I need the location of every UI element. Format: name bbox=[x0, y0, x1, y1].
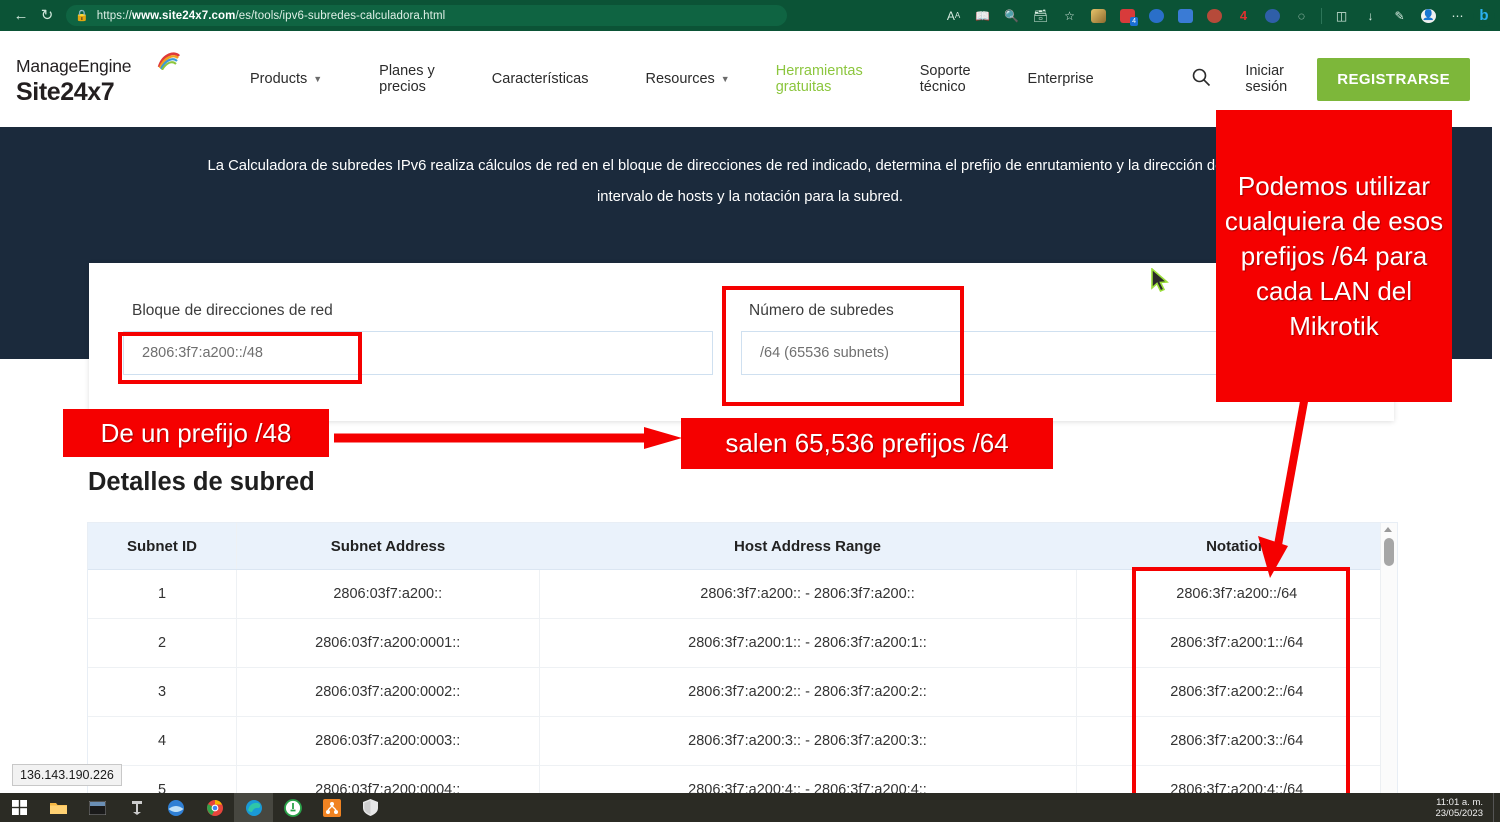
nav-label: Products bbox=[250, 71, 307, 87]
cell-subnet-id: 3 bbox=[88, 668, 237, 717]
nav-item-enterprise[interactable]: Enterprise bbox=[1028, 71, 1094, 87]
cell-host-range: 2806:3f7:a200:3:: - 2806:3f7:a200:3:: bbox=[539, 717, 1076, 766]
zoom-icon[interactable]: 🔍 bbox=[998, 4, 1025, 28]
red-four-icon[interactable]: 4 bbox=[1230, 4, 1257, 28]
collections-icon[interactable]: 🗃 bbox=[1027, 4, 1054, 28]
annotation-arrow-diagonal bbox=[1250, 396, 1360, 581]
notification-badge: 4 bbox=[1130, 17, 1138, 26]
cell-subnet-id: 1 bbox=[88, 570, 237, 619]
nav-item-resources[interactable]: Resources ▼ bbox=[645, 71, 729, 87]
winbox-icon[interactable] bbox=[117, 793, 156, 822]
nav-item-herramientas-gratuitas[interactable]: Herramientas gratuitas bbox=[776, 63, 863, 95]
mouse-cursor bbox=[1150, 268, 1170, 294]
file-explorer-icon[interactable] bbox=[39, 793, 78, 822]
cell-subnet-address: 2806:03f7:a200:0003:: bbox=[237, 717, 540, 766]
manageengine-swoosh-icon bbox=[157, 50, 181, 70]
column-header-subnet-address: Subnet Address bbox=[237, 523, 540, 570]
cell-host-range: 2806:3f7:a200:2:: - 2806:3f7:a200:2:: bbox=[539, 668, 1076, 717]
more-icon[interactable]: ⋯ bbox=[1444, 4, 1471, 28]
browser-blue-icon[interactable] bbox=[156, 793, 195, 822]
orange-network-icon[interactable] bbox=[312, 793, 351, 822]
read-aloud-icon[interactable]: AA bbox=[940, 4, 967, 28]
manageengine-wordmark: ManageEngine bbox=[16, 56, 131, 77]
ghost-icon[interactable]: ◌ bbox=[1288, 4, 1315, 28]
url-text: https://www.site24x7.com/es/tools/ipv6-s… bbox=[97, 10, 446, 22]
taskbar-clock[interactable]: 11:01 a. m. 23/05/2023 bbox=[1435, 797, 1483, 819]
cell-subnet-address: 2806:03f7:a200:0001:: bbox=[237, 619, 540, 668]
immersive-reader-icon[interactable]: 📖 bbox=[969, 4, 996, 28]
annotation-highlight-subnets-field bbox=[722, 286, 964, 406]
terminal-icon[interactable] bbox=[78, 793, 117, 822]
nav-item-planes-precios[interactable]: Planes y precios bbox=[379, 63, 435, 95]
split-screen-icon[interactable]: ◫ bbox=[1328, 4, 1355, 28]
results-title: Detalles de subred bbox=[88, 468, 315, 497]
annotation-callout-65536: salen 65,536 prefijos /64 bbox=[681, 418, 1053, 469]
site24x7-wordmark: Site24x7 bbox=[16, 78, 131, 107]
column-header-host-address-range: Host Address Range bbox=[539, 523, 1076, 570]
profile-shield-icon[interactable] bbox=[1085, 4, 1112, 28]
address-bar[interactable]: 🔒 https://www.site24x7.com/es/tools/ipv6… bbox=[66, 5, 787, 26]
scrollbar-thumb[interactable] bbox=[1384, 538, 1394, 566]
shield-icon[interactable] bbox=[351, 793, 390, 822]
show-desktop-button[interactable] bbox=[1493, 793, 1500, 822]
clock-date: 23/05/2023 bbox=[1435, 808, 1483, 819]
translate-icon[interactable] bbox=[1172, 4, 1199, 28]
windows-taskbar: 11:01 a. m. 23/05/2023 bbox=[0, 793, 1500, 822]
annotation-highlight-network-block bbox=[118, 332, 362, 384]
cell-subnet-id: 4 bbox=[88, 717, 237, 766]
windows-start-icon[interactable] bbox=[0, 793, 39, 822]
lock-icon: 🔒 bbox=[75, 9, 89, 22]
cell-host-range: 2806:3f7:a200:1:: - 2806:3f7:a200:1:: bbox=[539, 619, 1076, 668]
network-block-label: Bloque de direcciones de red bbox=[132, 302, 333, 320]
login-link[interactable]: Iniciar sesión bbox=[1245, 63, 1287, 95]
extension-blue-icon[interactable] bbox=[1143, 4, 1170, 28]
annotation-callout-prefix-48: De un prefijo /48 bbox=[63, 409, 329, 457]
goggles-icon[interactable] bbox=[1201, 4, 1228, 28]
main-navigation: Products ▼ Planes y precios Característi… bbox=[250, 31, 1094, 127]
cell-subnet-address: 2806:03f7:a200:0002:: bbox=[237, 668, 540, 717]
chevron-down-icon: ▼ bbox=[313, 74, 322, 84]
chevron-down-icon: ▼ bbox=[721, 74, 730, 84]
annotation-highlight-notation-column bbox=[1132, 567, 1350, 810]
annotation-arrow-horizontal bbox=[334, 427, 682, 449]
nav-item-soporte-tecnico[interactable]: Soporte técnico bbox=[920, 63, 971, 95]
hero-description: La Calculadora de subredes IPv6 realiza … bbox=[190, 151, 1310, 213]
cell-subnet-id: 2 bbox=[88, 619, 237, 668]
favorites-icon[interactable]: ☆ bbox=[1056, 4, 1083, 28]
chrome-icon[interactable] bbox=[195, 793, 234, 822]
green-circle-icon[interactable] bbox=[273, 793, 312, 822]
clock-time: 11:01 a. m. bbox=[1435, 797, 1483, 808]
downloads-icon[interactable]: ↓ bbox=[1357, 4, 1384, 28]
table-scrollbar[interactable] bbox=[1380, 523, 1397, 803]
status-tooltip: 136.143.190.226 bbox=[12, 764, 122, 786]
editor-icon[interactable]: ✎ bbox=[1386, 4, 1413, 28]
nav-item-caracteristicas[interactable]: Características bbox=[492, 71, 589, 87]
scroll-up-arrow-icon[interactable] bbox=[1384, 527, 1392, 532]
toolbar-divider bbox=[1321, 8, 1322, 24]
back-arrow-icon[interactable]: ← bbox=[8, 4, 34, 28]
edge-icon[interactable] bbox=[234, 793, 273, 822]
reload-icon[interactable]: ↻ bbox=[34, 4, 60, 28]
bing-chat-icon[interactable]: b bbox=[1473, 5, 1495, 27]
browser-actions: AA 📖 🔍 🗃 ☆ 4 4 ◌ ◫ ↓ ✎ 👤 ⋯ b bbox=[939, 0, 1500, 31]
nav-label: Resources bbox=[645, 71, 714, 87]
annotation-callout-mikrotik: Podemos utilizar cualquiera de esos pref… bbox=[1216, 110, 1452, 402]
table-header-row: Subnet ID Subnet Address Host Address Ra… bbox=[88, 523, 1397, 570]
manageengine-text: ManageEngine bbox=[16, 56, 131, 76]
nav-item-products[interactable]: Products ▼ bbox=[250, 71, 322, 87]
signup-button[interactable]: REGISTRARSE bbox=[1317, 58, 1470, 101]
browser-toolbar: ← ↻ 🔒 https://www.site24x7.com/es/tools/… bbox=[0, 0, 1500, 31]
site-logo[interactable]: ManageEngine Site24x7 bbox=[16, 56, 131, 107]
column-header-subnet-id: Subnet ID bbox=[88, 523, 237, 570]
cell-host-range: 2806:3f7:a200:: - 2806:3f7:a200:: bbox=[539, 570, 1076, 619]
search-icon[interactable] bbox=[1191, 67, 1211, 92]
cell-subnet-address: 2806:03f7:a200:: bbox=[237, 570, 540, 619]
notifications-icon[interactable]: 4 bbox=[1114, 4, 1141, 28]
account-icon[interactable]: 👤 bbox=[1415, 4, 1442, 28]
ip-badge-icon[interactable] bbox=[1259, 4, 1286, 28]
